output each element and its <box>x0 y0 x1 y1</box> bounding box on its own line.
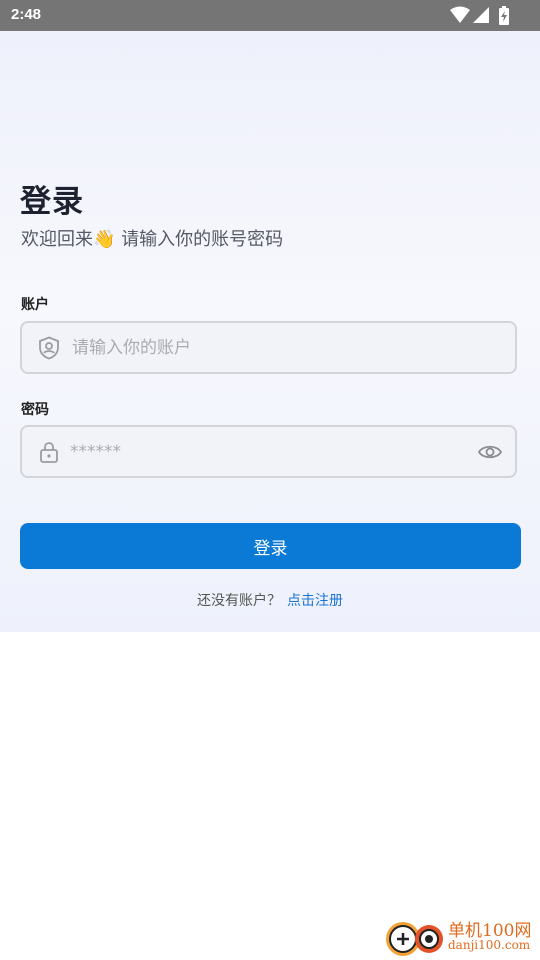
register-link[interactable]: 点击注册 <box>287 593 343 609</box>
status-bar: 2:48 <box>0 0 540 31</box>
waving-hand-icon: 👋 <box>93 229 116 250</box>
password-field[interactable] <box>20 425 517 478</box>
eye-icon[interactable] <box>477 440 503 464</box>
page-subtitle: 欢迎回来👋 请输入你的账号密码 <box>21 225 283 251</box>
password-input[interactable] <box>70 435 470 469</box>
wifi-icon <box>450 6 470 23</box>
watermark: 单机100网 danji100.com <box>384 914 534 958</box>
subtitle-text-2: 请输入你的账号密码 <box>115 229 284 250</box>
register-line: 还没有账户？ 点击注册 <box>0 590 540 610</box>
password-label: 密码 <box>21 402 49 418</box>
user-shield-icon <box>39 336 59 360</box>
lock-icon <box>40 442 58 463</box>
page-title: 登录 <box>20 184 84 220</box>
status-time: 2:48 <box>11 6 42 23</box>
register-prompt: 还没有账户？ <box>197 593 281 609</box>
watermark-logo-icon <box>386 922 443 956</box>
account-input[interactable] <box>72 331 472 365</box>
subtitle-text: 欢迎回来 <box>21 229 93 250</box>
login-button[interactable]: 登录 <box>20 523 521 569</box>
watermark-url: danji100.com <box>448 938 531 952</box>
battery-icon <box>499 6 509 25</box>
account-label: 账户 <box>21 297 49 313</box>
account-field[interactable] <box>20 321 517 374</box>
signal-icon <box>473 7 489 23</box>
